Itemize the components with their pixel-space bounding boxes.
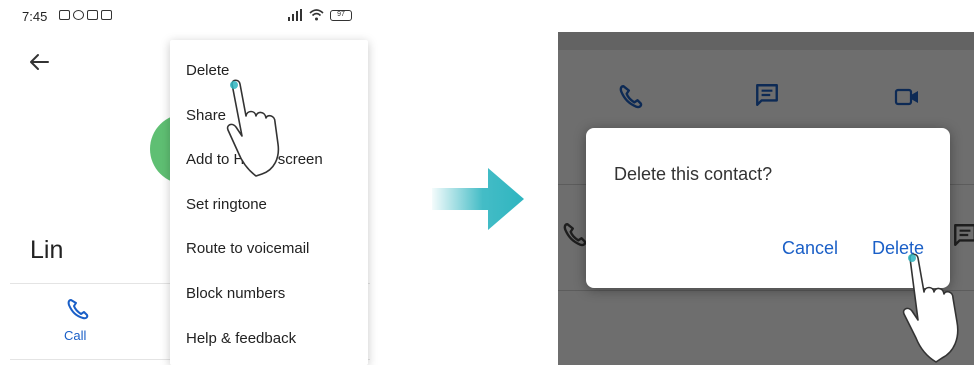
phone-icon	[619, 84, 643, 109]
phone-icon[interactable]	[66, 298, 90, 320]
call-button-label[interactable]: Call	[64, 328, 86, 343]
hand-pointer-icon	[902, 253, 959, 363]
message-icon	[954, 224, 974, 246]
arrow-right-icon	[432, 168, 524, 230]
video-icon	[894, 88, 918, 106]
phone-icon	[563, 222, 587, 247]
menu-item-block-numbers[interactable]: Block numbers	[186, 285, 285, 302]
wifi-icon	[309, 9, 324, 21]
status-bar	[558, 32, 974, 50]
hand-pointer-icon	[226, 79, 280, 177]
contact-name: Lin	[30, 236, 64, 264]
contact-screen: 7:45 97 Lin Call Delete Share Add to scr…	[0, 0, 380, 365]
status-bar: 7:45 97	[22, 8, 362, 26]
notification-icons	[59, 10, 112, 22]
message-icon	[756, 84, 778, 106]
menu-item-delete[interactable]: Delete	[186, 62, 229, 79]
menu-item-help-feedback[interactable]: Help & feedback	[186, 330, 296, 347]
notification-icon	[59, 10, 70, 20]
menu-item-set-ringtone[interactable]: Set ringtone	[186, 196, 267, 213]
signal-icon	[288, 9, 302, 21]
system-icons: 97	[287, 9, 352, 21]
notification-icon	[87, 10, 98, 20]
back-arrow-icon[interactable]	[28, 52, 50, 72]
battery-icon: 97	[330, 9, 352, 21]
cancel-button[interactable]: Cancel	[782, 238, 838, 259]
menu-item-share[interactable]: Share	[186, 107, 226, 124]
notification-icon	[73, 10, 84, 20]
lock-icon	[101, 10, 112, 20]
menu-item-route-to-voicemail[interactable]: Route to voicemail	[186, 240, 309, 257]
dialog-title: Delete this contact?	[614, 164, 773, 184]
status-time: 7:45	[22, 9, 48, 24]
